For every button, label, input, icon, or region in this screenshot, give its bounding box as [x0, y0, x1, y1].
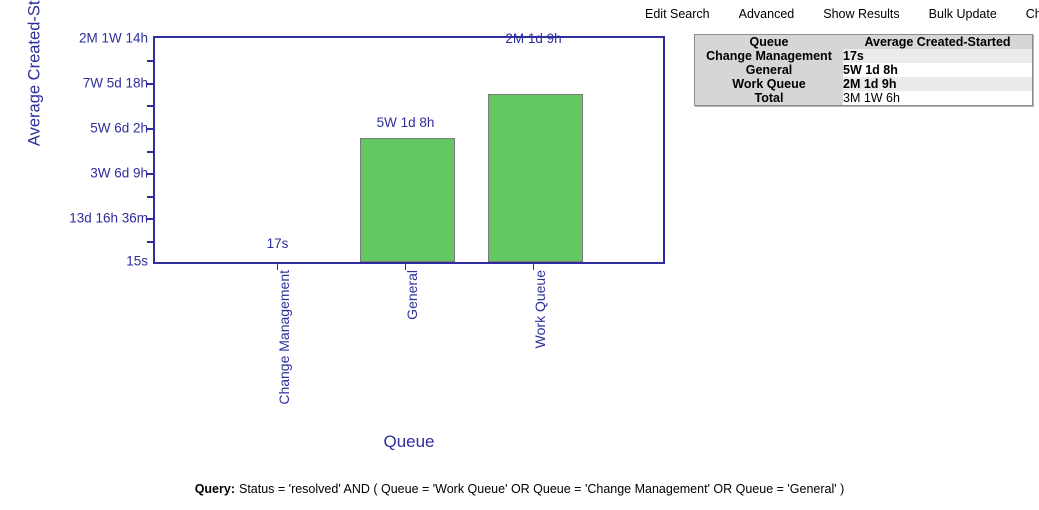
- table-cell-queue: General: [694, 63, 843, 77]
- table-header-average-created-started: Average Created-Started: [843, 34, 1033, 49]
- y-tick-label: 15s: [126, 253, 148, 269]
- query-footer: Query: Status = 'resolved' AND ( Queue = …: [0, 482, 1039, 496]
- nav-link-chart[interactable]: Ch: [1026, 5, 1039, 23]
- plot-area: [153, 36, 665, 264]
- bar-value-label-work-queue: 2M 1d 9h: [505, 31, 562, 46]
- x-category-label-change-management: Change Management: [276, 270, 292, 405]
- table-cell-value: 2M 1d 9h: [843, 77, 1033, 91]
- table-cell-queue: Change Management: [694, 49, 843, 63]
- bar-work-queue[interactable]: [488, 94, 583, 262]
- bar-general[interactable]: [360, 138, 455, 262]
- bar-change-management[interactable]: [232, 261, 326, 262]
- nav-link-show-results[interactable]: Show Results: [823, 5, 899, 23]
- query-label: Query:: [194, 482, 235, 496]
- table-cell-value: 17s: [843, 49, 1033, 63]
- top-navigation-bar: Edit Search Advanced Show Results Bulk U…: [645, 5, 1039, 23]
- table-header-queue: Queue: [694, 34, 843, 49]
- y-axis-tick-labels: 2M 1W 14h 7W 5d 18h 5W 6d 2h 3W 6d 9h 13…: [0, 0, 148, 300]
- bar-chart: Average Created-Started 2M 1W 14h 7W 5d …: [0, 0, 690, 470]
- results-table: Queue Average Created-Started Change Man…: [694, 34, 1033, 106]
- table-row[interactable]: Change Management 17s: [694, 49, 1033, 63]
- nav-link-bulk-update[interactable]: Bulk Update: [929, 5, 997, 23]
- table-header-row: Queue Average Created-Started: [694, 34, 1033, 49]
- x-category-label-work-queue: Work Queue: [532, 270, 548, 349]
- table-cell-queue: Work Queue: [694, 77, 843, 91]
- query-text: Status = 'resolved' AND ( Queue = 'Work …: [239, 482, 845, 496]
- y-tick-label: 3W 6d 9h: [90, 165, 148, 181]
- y-tick-label: 2M 1W 14h: [78, 30, 148, 46]
- y-tick-label: 7W 5d 18h: [82, 75, 148, 91]
- bar-value-label-general: 5W 1d 8h: [376, 115, 435, 130]
- x-category-label-general: General: [404, 270, 420, 320]
- y-tick-label: 13d 16h 36m: [69, 210, 148, 226]
- table-total-row: Total 3M 1W 6h: [694, 91, 1033, 106]
- y-tick-label: 5W 6d 2h: [90, 120, 148, 136]
- table-cell-value-total: 3M 1W 6h: [843, 91, 1033, 106]
- x-axis-title: Queue: [383, 432, 435, 451]
- table-row[interactable]: Work Queue 2M 1d 9h: [694, 77, 1033, 91]
- table-row[interactable]: General 5W 1d 8h: [694, 63, 1033, 77]
- bar-value-label-change-management: 17s: [266, 236, 289, 251]
- table-cell-queue-total: Total: [694, 91, 843, 106]
- table-cell-value: 5W 1d 8h: [843, 63, 1033, 77]
- nav-link-advanced[interactable]: Advanced: [739, 5, 795, 23]
